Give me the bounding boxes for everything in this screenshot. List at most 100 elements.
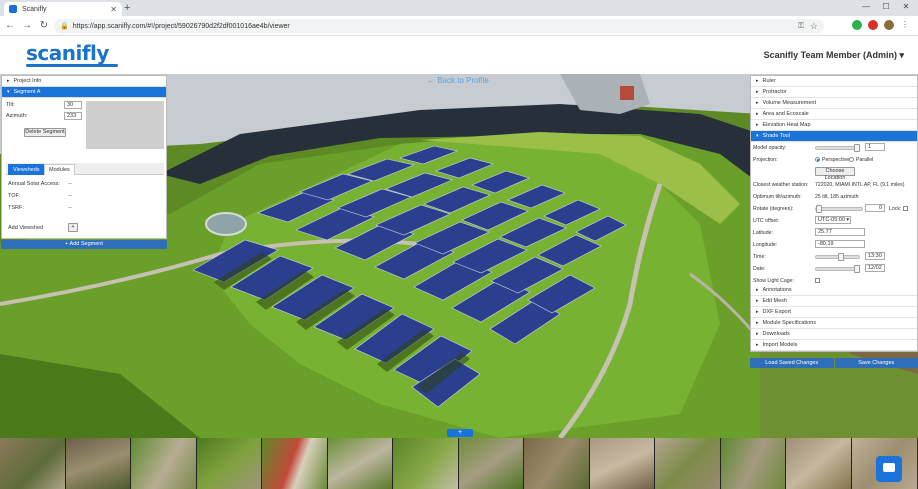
scanifly-logo[interactable]: scanifly [26, 41, 118, 67]
optimum-label: Optimum tilt/azimuth: [753, 194, 802, 200]
extension-red-icon[interactable] [868, 20, 878, 30]
photo-thumbnail[interactable] [262, 438, 328, 489]
bookmark-star-icon[interactable]: ☆ [810, 21, 818, 32]
project-info-row[interactable]: ▸ Project Info [2, 76, 166, 87]
tool-area[interactable]: ▸ Area and Ecoscale [751, 109, 917, 120]
reload-icon[interactable]: ↻ [37, 20, 51, 31]
logo-text: scanifly [26, 41, 109, 65]
photo-thumbnail[interactable] [327, 438, 393, 489]
tool-ruler[interactable]: ▸ Ruler [751, 76, 917, 87]
choose-location-button[interactable]: Choose Location [815, 167, 855, 181]
date-input[interactable]: 12/02 [865, 264, 885, 272]
caret-right-icon: ▸ [756, 111, 759, 117]
browser-tab[interactable]: Scanifly ✕ [4, 2, 122, 16]
save-changes-button[interactable]: Save Changes [834, 358, 918, 368]
perspective-label: Perspective [822, 157, 850, 163]
tools-footer: Load Saved Changes Save Changes [750, 358, 918, 368]
photo-thumbnail[interactable] [458, 438, 524, 489]
light-cage-checkbox[interactable] [815, 278, 820, 283]
photo-thumbnail[interactable] [0, 438, 66, 489]
tool-protractor[interactable]: ▸ Protractor [751, 87, 917, 98]
close-tab-icon[interactable]: ✕ [110, 5, 117, 14]
tool-volume[interactable]: ▸ Volume Measurement [751, 98, 917, 109]
photo-thumbnail[interactable] [720, 438, 786, 489]
segment-a-row[interactable]: ▾ Segment A [2, 87, 166, 98]
window-controls: — ☐ ✕ [856, 0, 916, 12]
time-slider[interactable] [815, 253, 860, 261]
projection-label: Projection: [753, 157, 778, 163]
perspective-radio[interactable] [815, 157, 820, 162]
extension-green-icon[interactable] [852, 20, 862, 30]
caret-down-icon: ▾ [7, 89, 10, 95]
tool-annotations[interactable]: ▸ Annotations [751, 285, 917, 296]
parallel-radio[interactable] [849, 157, 854, 162]
close-window-icon[interactable]: ✕ [896, 0, 916, 12]
tab-viewsheds[interactable]: Viewsheds [8, 164, 45, 175]
tool-heatmap[interactable]: ▸ Elevation Heat Map [751, 120, 917, 131]
tool-module-specs[interactable]: ▸ Module Specifications [751, 318, 917, 329]
tool-edit-mesh[interactable]: ▸ Edit Mesh [751, 296, 917, 307]
latitude-input[interactable]: 25.77 [815, 228, 865, 236]
tool-label: DXF Export [762, 309, 791, 315]
tool-shade[interactable]: ▾ Shade Tool [751, 131, 917, 142]
add-segment-button[interactable]: + Add Segment [1, 240, 167, 249]
caret-right-icon: ▸ [756, 78, 759, 84]
segment-label: Segment A [13, 89, 41, 95]
tool-label: Module Specifications [762, 320, 817, 326]
tab-modules[interactable]: Modules [44, 164, 75, 175]
slider-handle[interactable] [816, 205, 822, 213]
tool-downloads[interactable]: ▸ Downloads [751, 329, 917, 340]
caret-right-icon: ▸ [756, 122, 759, 128]
photo-thumbnail[interactable] [131, 438, 197, 489]
minimize-icon[interactable]: — [856, 0, 876, 12]
url-field[interactable]: 🔒 https://app.scanifly.com/#!/project/59… [54, 19, 824, 33]
add-photo-button[interactable]: + [447, 429, 473, 437]
chat-widget-icon[interactable] [876, 456, 902, 482]
caret-right-icon: ▸ [756, 298, 759, 304]
add-viewshed-button[interactable]: + [68, 223, 78, 232]
delete-segment-button[interactable]: Delete Segment [24, 128, 66, 137]
segment-tabs: Viewsheds Modules [6, 163, 164, 175]
menu-kebab-icon[interactable]: ⋮ [900, 20, 910, 30]
tof-label: TOF: [8, 193, 21, 199]
time-input[interactable]: 13:30 [865, 252, 885, 260]
slider-handle[interactable] [854, 144, 860, 152]
tool-label: Protractor [762, 89, 787, 95]
longitude-input[interactable]: -80.19 [815, 240, 865, 248]
slider-handle[interactable] [854, 265, 860, 273]
longitude-label: Longitude: [753, 242, 778, 248]
photo-thumbnail[interactable] [393, 438, 459, 489]
tool-label: Elevation Heat Map [762, 122, 811, 128]
photo-thumbnail[interactable] [196, 438, 262, 489]
key-icon[interactable]: ⚿ [798, 21, 804, 31]
tab-title: Scanifly [22, 5, 47, 13]
photo-thumbnail[interactable] [786, 438, 852, 489]
tool-import-models[interactable]: ▸ Import Models [751, 340, 917, 351]
utc-select[interactable]: UTC-05:00 ▾ [815, 216, 851, 224]
back-to-profile-link[interactable]: ← Back to Profile [427, 76, 489, 85]
azimuth-input[interactable]: 233 [64, 112, 82, 120]
rotate-input[interactable]: 0 [865, 204, 885, 212]
date-slider[interactable] [815, 265, 860, 273]
back-icon[interactable]: ← [3, 20, 17, 31]
maximize-icon[interactable]: ☐ [876, 0, 896, 12]
user-menu[interactable]: Scanifly Team Member (Admin) ▾ [764, 50, 904, 61]
tilt-input[interactable]: 30 [64, 101, 82, 109]
photo-thumbnail[interactable] [524, 438, 590, 489]
opacity-slider[interactable] [815, 144, 860, 152]
load-saved-changes-button[interactable]: Load Saved Changes [750, 358, 834, 368]
opacity-input[interactable]: 1 [865, 143, 885, 151]
lock-checkbox[interactable] [903, 206, 908, 211]
caret-right-icon: ▸ [756, 342, 759, 348]
profile-avatar-icon[interactable] [884, 20, 894, 30]
forward-icon[interactable]: → [20, 20, 34, 31]
rotate-slider[interactable] [815, 205, 863, 213]
rotate-label: Rotate (degrees): [753, 206, 794, 212]
photo-thumbnail[interactable] [65, 438, 131, 489]
tool-dxf-export[interactable]: ▸ DXF Export [751, 307, 917, 318]
photo-thumbnail[interactable] [589, 438, 655, 489]
slider-handle[interactable] [838, 253, 844, 261]
new-tab-icon[interactable]: + [124, 2, 130, 14]
photo-thumbnail[interactable] [655, 438, 721, 489]
caret-right-icon: ▸ [756, 331, 759, 337]
